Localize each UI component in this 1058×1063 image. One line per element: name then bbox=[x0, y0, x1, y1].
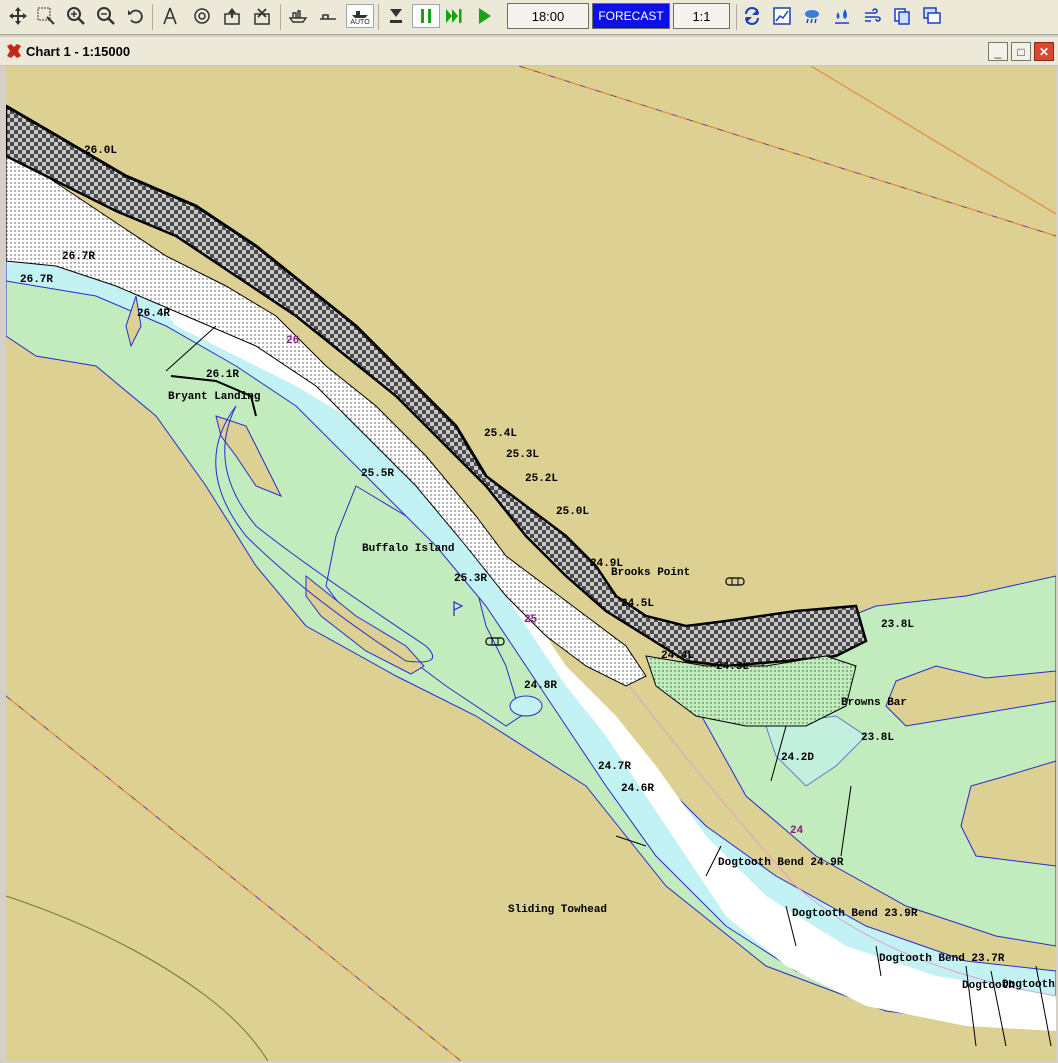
light-label: 26.4R bbox=[137, 308, 170, 320]
light-label: 24.2D bbox=[781, 752, 814, 764]
target-icon[interactable] bbox=[190, 4, 214, 28]
light-label: 25.5R bbox=[361, 468, 394, 480]
close-button[interactable]: ✕ bbox=[1034, 42, 1054, 61]
compass-divider-icon[interactable] bbox=[158, 4, 182, 28]
light-label: 25.0L bbox=[556, 506, 589, 518]
chart-window: Chart 1 - 1:15000 _ □ ✕ 26 25 24 26.0L 2… bbox=[0, 37, 1058, 1063]
light-label: 26.0L bbox=[84, 145, 117, 157]
main-toolbar: AUTO 18:00 FORECAST 1:1 bbox=[0, 0, 1058, 35]
light-label: 24.3L bbox=[716, 661, 749, 673]
light-label: 25.3R bbox=[454, 573, 487, 585]
light-label: Dogtooth Bend 23.9R bbox=[792, 908, 918, 920]
place-name: Browns Bar bbox=[841, 697, 907, 709]
place-name: Buffalo Island bbox=[362, 543, 454, 555]
light-label: 26.1R bbox=[206, 369, 239, 381]
navigation-chart[interactable]: 26 25 24 26.0L 26.7R 26.7R 26.4R 26.1R 2… bbox=[6, 66, 1056, 1061]
light-label: 25.4L bbox=[484, 428, 517, 440]
light-label: 24.6R bbox=[621, 783, 654, 795]
light-label: 24.8R bbox=[524, 680, 557, 692]
vessel-icon[interactable] bbox=[286, 4, 310, 28]
place-name: Sliding Towhead bbox=[508, 904, 607, 916]
maximize-button[interactable]: □ bbox=[1011, 42, 1031, 61]
delete-object-icon[interactable] bbox=[250, 4, 274, 28]
zoom-out-icon[interactable] bbox=[94, 4, 118, 28]
place-name: Bryant Landing bbox=[168, 391, 260, 403]
forecast-button[interactable]: FORECAST bbox=[592, 3, 670, 29]
light-label: Dogtooth Bend 24.9R bbox=[718, 857, 844, 869]
mile-marker: 26 bbox=[286, 335, 299, 347]
undo-zoom-icon[interactable] bbox=[124, 4, 148, 28]
light-label: Dogtooth Bend bbox=[1002, 979, 1056, 991]
auto-label: AUTO bbox=[350, 18, 370, 26]
minimize-button[interactable]: _ bbox=[988, 42, 1008, 61]
window-icon[interactable] bbox=[920, 4, 944, 28]
light-label: 24.7R bbox=[598, 761, 631, 773]
wind-icon[interactable] bbox=[860, 4, 884, 28]
light-label: 25.3L bbox=[506, 449, 539, 461]
water-drops-icon[interactable] bbox=[830, 4, 854, 28]
light-label: 23.8L bbox=[861, 732, 894, 744]
step-down-icon[interactable] bbox=[384, 4, 408, 28]
time-display[interactable]: 18:00 bbox=[507, 3, 589, 29]
pan-icon[interactable] bbox=[6, 4, 30, 28]
copy-icon[interactable] bbox=[890, 4, 914, 28]
zoom-in-icon[interactable] bbox=[64, 4, 88, 28]
export-icon[interactable] bbox=[220, 4, 244, 28]
sync-icon[interactable] bbox=[740, 4, 764, 28]
chart-window-title: Chart 1 - 1:15000 bbox=[26, 44, 131, 59]
mile-marker: 25 bbox=[524, 614, 538, 626]
ratio-display[interactable]: 1:1 bbox=[673, 3, 730, 29]
chart-app-icon bbox=[7, 44, 21, 58]
light-label: Dogtooth Bend 23.7R bbox=[879, 953, 1005, 965]
graph-icon[interactable] bbox=[770, 4, 794, 28]
light-label: 23.8L bbox=[881, 619, 914, 631]
light-label: 25.2L bbox=[525, 473, 558, 485]
pause-icon[interactable] bbox=[412, 4, 440, 28]
place-name: Brooks Point bbox=[611, 567, 690, 579]
light-label: 24.4L bbox=[661, 650, 694, 662]
light-label: 26.7R bbox=[62, 251, 95, 263]
select-area-icon[interactable] bbox=[34, 4, 58, 28]
pond-area bbox=[509, 695, 543, 717]
play-icon[interactable] bbox=[472, 4, 496, 28]
light-label: 26.7R bbox=[20, 274, 53, 286]
chart-window-titlebar[interactable]: Chart 1 - 1:15000 _ □ ✕ bbox=[0, 37, 1058, 66]
tow-icon[interactable] bbox=[316, 4, 340, 28]
auto-vessel-button[interactable]: AUTO bbox=[346, 4, 374, 28]
mile-marker: 24 bbox=[790, 825, 804, 837]
light-label: 24.5L bbox=[621, 598, 654, 610]
weather-icon[interactable] bbox=[800, 4, 824, 28]
fast-forward-icon[interactable] bbox=[442, 4, 466, 28]
